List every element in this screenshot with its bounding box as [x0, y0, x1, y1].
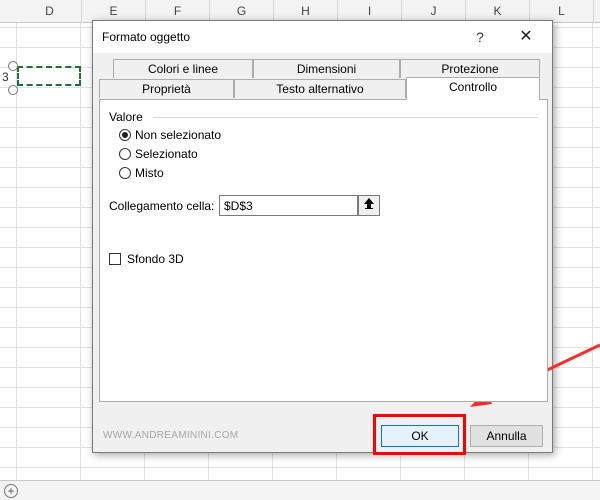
group-title-valore: Valore	[109, 110, 147, 124]
row-number: 3	[2, 70, 9, 84]
dialog-title: Formato oggetto	[102, 30, 191, 44]
resize-handle-bottom-left[interactable]	[8, 85, 18, 95]
up-arrow-icon-glyph	[364, 198, 374, 209]
cell-link-input[interactable]: $D$3	[219, 195, 358, 216]
checkbox-label[interactable]: Sfondo 3D	[127, 252, 184, 266]
tab-testo-alternativo[interactable]: Testo alternativo	[234, 79, 406, 98]
help-button[interactable]: ?	[465, 27, 495, 47]
checkbox-sfondo-3d[interactable]: Sfondo 3D	[109, 252, 184, 266]
radio-button[interactable]	[119, 167, 131, 179]
sheet-tabs-bar: +	[0, 480, 600, 500]
annotation-highlight-box	[373, 414, 466, 455]
radio-button-checked[interactable]	[119, 129, 131, 141]
radio-label[interactable]: Non selezionato	[135, 128, 221, 142]
controllo-panel	[99, 99, 548, 402]
tab-colori-e-linee[interactable]: Colori e linee	[113, 59, 253, 78]
radio-label[interactable]: Selezionato	[135, 147, 198, 161]
tab-protezione[interactable]: Protezione	[400, 59, 540, 78]
resize-handle-top-left[interactable]	[8, 61, 18, 71]
plus-circle-icon[interactable]: +	[4, 484, 18, 498]
selected-cell-d3[interactable]	[17, 66, 81, 86]
group-divider	[153, 117, 538, 118]
tab-dimensioni[interactable]: Dimensioni	[253, 59, 400, 78]
tab-controllo[interactable]: Controllo	[406, 77, 540, 100]
tab-proprieta[interactable]: Proprietà	[99, 79, 234, 98]
checkbox[interactable]	[109, 253, 121, 265]
dialog-titlebar[interactable]: Formato oggetto ? ✕	[93, 21, 552, 53]
close-icon[interactable]: ✕	[511, 25, 541, 49]
column-header-d[interactable]: D	[18, 0, 82, 23]
cancel-button[interactable]: Annulla	[470, 425, 543, 447]
up-arrow-icon[interactable]	[358, 195, 380, 216]
radio-selezionato[interactable]: Selezionato	[119, 146, 198, 162]
radio-misto[interactable]: Misto	[119, 165, 164, 181]
radio-label[interactable]: Misto	[135, 166, 164, 180]
cell-link-label: Collegamento cella:	[109, 199, 215, 213]
format-object-dialog: Formato oggetto ? ✕ Colori e linee Dimen…	[92, 20, 553, 453]
radio-non-selezionato[interactable]: Non selezionato	[119, 127, 221, 143]
radio-button[interactable]	[119, 148, 131, 160]
watermark: WWW.ANDREAMININI.COM	[103, 430, 239, 441]
